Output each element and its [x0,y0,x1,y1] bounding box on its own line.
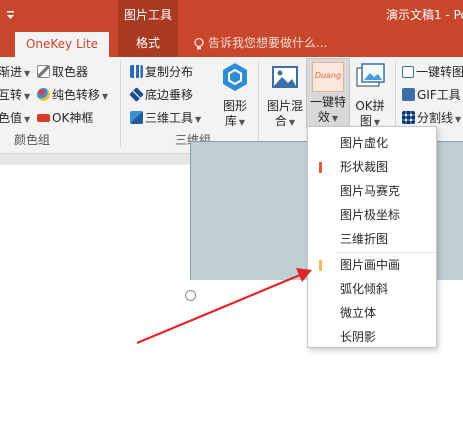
annotation-arrow [136,268,312,345]
